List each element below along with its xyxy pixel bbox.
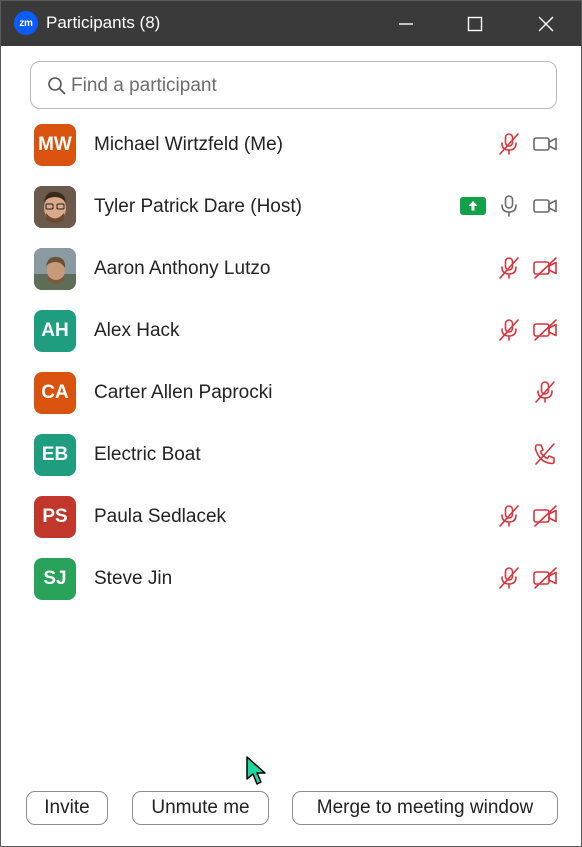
title-bar[interactable]: zm Participants (8) [1,1,581,46]
avatar-initials: CA [34,372,76,414]
mic-muted-icon[interactable] [496,565,522,591]
avatar-photo [34,186,76,228]
search-box[interactable] [30,61,557,109]
participant-row[interactable]: Tyler Patrick Dare (Host) [1,176,581,238]
zoom-logo-icon: zm [14,11,38,35]
close-button[interactable] [523,1,569,46]
video-off-icon[interactable] [532,503,558,529]
participant-name: Alex Hack [94,320,180,341]
avatar-photo [34,248,76,290]
mouse-cursor-icon [246,756,266,785]
participants-window: zm Participants (8) MW Michael Wirtzfeld … [0,0,582,847]
video-off-icon[interactable] [532,317,558,343]
search-icon [48,77,66,95]
avatar-initials-text: PS [42,506,68,527]
mic-on-icon[interactable] [496,193,522,219]
avatar-initials-text: AH [41,320,69,341]
avatar-initials-text: MW [38,134,72,155]
window-title: Participants (8) [46,13,161,32]
participant-row[interactable]: Aaron Anthony Lutzo [1,238,581,300]
avatar-initials: AH [34,310,76,352]
video-off-icon[interactable] [532,565,558,591]
mic-muted-icon[interactable] [496,131,522,157]
video-on-icon[interactable] [532,131,558,157]
avatar-initials-text: SJ [43,568,67,589]
participant-name: Paula Sedlacek [94,506,227,527]
avatar-initials: SJ [34,558,76,600]
invite-button[interactable]: Invite [26,791,108,825]
avatar-initials: EB [34,434,76,476]
participant-name: Electric Boat [94,444,201,465]
close-icon [538,16,554,31]
maximize-button[interactable] [452,1,498,46]
mic-muted-icon[interactable] [496,317,522,343]
phone-muted-icon[interactable] [532,441,558,467]
participant-row[interactable]: PS Paula Sedlacek [1,486,581,548]
avatar-initials-text: CA [41,382,69,403]
participant-name: Aaron Anthony Lutzo [94,258,271,279]
video-on-icon[interactable] [532,193,558,219]
video-off-icon[interactable] [532,255,558,281]
avatar-initials: MW [34,124,76,166]
screen-share-icon [460,197,486,223]
participant-name: Michael Wirtzfeld (Me) [94,134,283,155]
mic-muted-icon[interactable] [532,379,558,405]
mic-muted-icon[interactable] [496,255,522,281]
avatar-initials-text: EB [41,444,69,465]
participant-row[interactable]: AH Alex Hack [1,300,581,362]
participant-name: Tyler Patrick Dare (Host) [94,196,302,217]
maximize-icon [467,16,483,31]
participant-list: MW Michael Wirtzfeld (Me) Tyler Patrick Da… [1,114,581,610]
participant-row[interactable]: SJ Steve Jin [1,548,581,610]
participant-name: Steve Jin [94,568,173,589]
unmute-me-button[interactable]: Unmute me [132,791,269,825]
minimize-button[interactable] [383,1,429,46]
participant-row[interactable]: MW Michael Wirtzfeld (Me) [1,114,581,176]
participant-row[interactable]: EB Electric Boat [1,424,581,486]
merge-to-meeting-window-button[interactable]: Merge to meeting window [292,791,558,825]
minimize-icon [399,22,413,25]
mic-muted-icon[interactable] [496,503,522,529]
participant-name: Carter Allen Paprocki [94,382,273,403]
participant-row[interactable]: CA Carter Allen Paprocki [1,362,581,424]
search-input[interactable] [71,70,541,102]
avatar-initials: PS [34,496,76,538]
